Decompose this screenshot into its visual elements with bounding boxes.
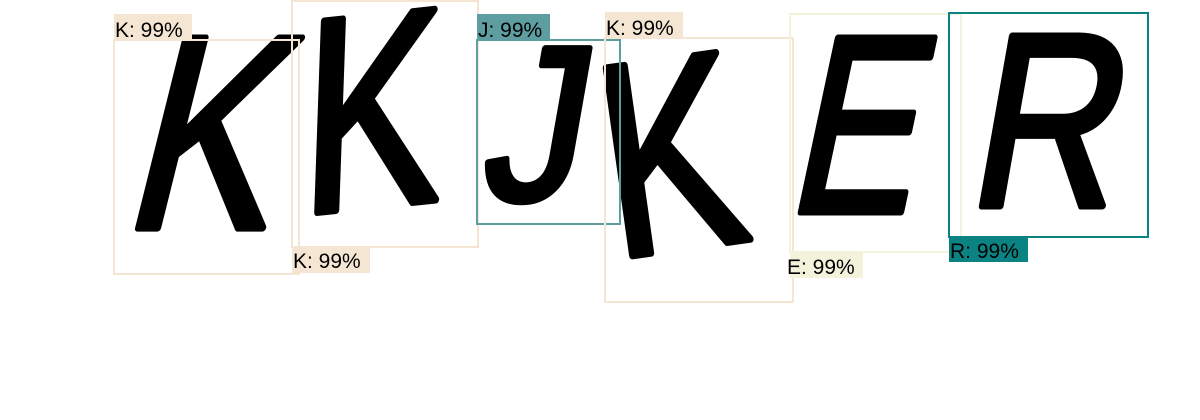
- captcha-char: E: [774, 0, 959, 266]
- captcha-char: K: [580, 0, 761, 316]
- detection-canvas: K K J K E R K: 99% K: 99% J: 99% K: 99% …: [102, 0, 1155, 319]
- captcha-char: K: [298, 0, 447, 274]
- detection-label: J: 99%: [478, 19, 542, 42]
- detection-label: K: 99%: [606, 17, 674, 40]
- captcha-char: R: [956, 0, 1152, 259]
- detection-label: E: 99%: [787, 256, 855, 279]
- detection-label: R: 99%: [950, 240, 1019, 263]
- detection-label: K: 99%: [293, 250, 361, 273]
- captcha-image: K K J K E R: [102, 0, 1155, 319]
- captcha-char: K: [105, 0, 328, 287]
- detection-label: K: 99%: [115, 19, 183, 42]
